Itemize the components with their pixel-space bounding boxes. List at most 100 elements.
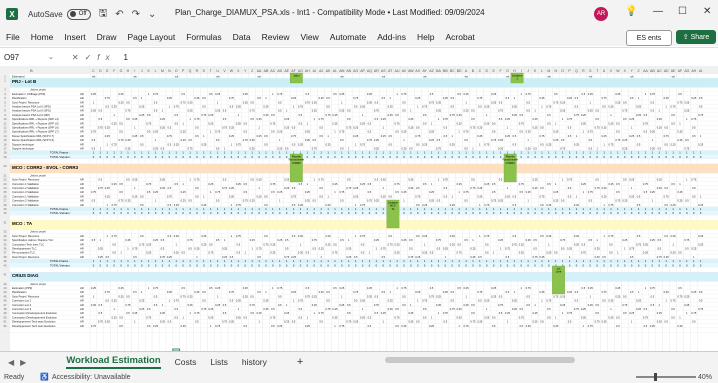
cell-value: 0.25 (608, 121, 614, 125)
zoom-slider[interactable] (636, 373, 696, 381)
cell-value: 0.25 (250, 138, 256, 142)
tab-workload-estimation[interactable]: Workload Estimation (66, 355, 161, 369)
cell-value: 1 (320, 255, 322, 259)
tab-page-layout[interactable]: Page Layout (128, 32, 176, 42)
name-box[interactable]: O97 (2, 51, 48, 63)
cell-value: 0.25 (222, 255, 228, 259)
cell-value: 1 (596, 238, 598, 242)
undo-icon[interactable]: ↶ (115, 9, 123, 20)
enter-icon[interactable]: ✓ (85, 53, 98, 62)
cell-value: 0.75 (250, 109, 256, 113)
col-header-letter: AU (395, 69, 400, 73)
lightbulb-icon[interactable]: 💡 (625, 6, 637, 17)
cell-value: 0.25 (636, 105, 642, 109)
accessibility-status[interactable]: Accessibility: Unavailable (52, 374, 131, 381)
spreadsheet-grid[interactable]: B C D E F G H I J K L M N O P Q R S T U V W X Y Z AA AB AC AD AE AF AG A… (0, 66, 718, 351)
cell-value: 0.5 (423, 307, 427, 311)
task-label: Revue Spécification RRL (SFP 6.7) (12, 134, 54, 138)
cell-value: 0.25 (622, 199, 628, 203)
cell-value: 0.75 (484, 142, 490, 146)
cell-value: 0.5 (533, 238, 537, 242)
name-box-dropdown-icon[interactable]: ⌄ (48, 53, 54, 61)
cell-value: 1 (389, 290, 391, 294)
cell-value: 1 (148, 286, 150, 290)
cell-value: 0.5 (312, 138, 316, 142)
cell-value: 0.25 (112, 121, 118, 125)
cell-value: 0.75 (457, 251, 463, 255)
close-icon[interactable]: ✕ (703, 6, 711, 17)
tab-home[interactable]: Home (31, 32, 54, 42)
tab-history[interactable]: history (242, 357, 267, 367)
cell-value: 0.25 (553, 138, 559, 142)
zoom-knob[interactable] (654, 373, 657, 381)
tab-view[interactable]: View (301, 32, 319, 42)
cell-value: 1 (686, 311, 688, 315)
customize-toolbar-icon[interactable]: ⌄ (148, 9, 156, 20)
cell-value: 0.25 (284, 311, 290, 315)
tab-review[interactable]: Review (262, 32, 290, 42)
total-row (10, 258, 718, 263)
tab-data[interactable]: Data (233, 32, 251, 42)
fx-icon[interactable]: fx (97, 53, 115, 62)
cell-value: 0.75 (367, 138, 373, 142)
cell-value: 0.5 (478, 105, 482, 109)
cell-value: 0.5 (595, 109, 599, 113)
cell-value: 0.25 (153, 238, 159, 242)
tab-add-ins[interactable]: Add-ins (377, 32, 406, 42)
cell-value: 0.25 (119, 100, 125, 104)
cell-value: 0.25 (181, 138, 187, 142)
add-sheet-button[interactable]: + (297, 356, 303, 368)
cancel-icon[interactable]: ✕ (72, 53, 85, 62)
redo-icon[interactable]: ↷ (132, 9, 140, 20)
cell-value: 0.25 (643, 251, 649, 255)
cell-value: 0.25 (546, 142, 552, 146)
tab-automate[interactable]: Automate (330, 32, 366, 42)
scroll-right-icon[interactable]: ▶ (20, 358, 26, 367)
scroll-left-icon[interactable]: ◀ (8, 358, 14, 367)
cell-value: 0.5 (692, 186, 696, 190)
cell-value: 0.25 (229, 126, 235, 130)
tab-lists[interactable]: Lists (210, 357, 227, 367)
tab-draw[interactable]: Draw (97, 32, 117, 42)
cell-value: 0.25 (595, 255, 601, 259)
cell-value: 0.25 (188, 303, 194, 307)
grid-canvas[interactable]: B C D E F G H I J K L M N O P Q R S T U V W X Y Z AA AB AC AD AE AF AG A… (0, 66, 718, 351)
cell-value: 0.5 (126, 294, 130, 298)
cell-value: 0.5 (285, 147, 289, 151)
tab-file[interactable]: File (6, 32, 20, 42)
save-icon[interactable]: 🖫 (99, 6, 108, 23)
avatar[interactable]: AR (594, 7, 608, 21)
cell-value: 1 (265, 96, 267, 100)
zoom-level[interactable]: 40% (698, 374, 712, 381)
tab-costs[interactable]: Costs (175, 357, 197, 367)
task-label: Estimation (PP9) (12, 286, 32, 290)
tab-acrobat[interactable]: Acrobat (446, 32, 475, 42)
cell-value: 0.25 (381, 134, 387, 138)
col-header-letter: Q (189, 69, 192, 73)
cell-value: 1 (527, 138, 529, 142)
comments-button[interactable]: ES ents (626, 30, 672, 46)
cell-value: 0.75 (270, 315, 276, 319)
maximize-icon[interactable]: ☐ (678, 6, 687, 17)
task-code: AR (80, 294, 84, 298)
cell-value: 0.75 (560, 147, 566, 151)
cell-value: 0.75 (194, 117, 200, 121)
cell-value: 0.5 (395, 190, 399, 194)
cell-value: 0.75 (339, 190, 345, 194)
tab-formulas[interactable]: Formulas (186, 32, 221, 42)
horizontal-scrollbar[interactable] (385, 357, 575, 363)
cell-value: 0.75 (222, 320, 228, 324)
formula-input[interactable]: 1 (124, 53, 128, 62)
cell-value: 0.5 (416, 142, 420, 146)
autosave-toggle[interactable]: Off (66, 8, 91, 20)
minimize-icon[interactable]: — (653, 6, 663, 17)
cell-value: 0.25 (298, 251, 304, 255)
cell-value: 1 (458, 130, 460, 134)
cell-value: 0.25 (553, 130, 559, 134)
share-button[interactable]: ⇪ Share (676, 30, 716, 44)
cell-value: 0.75 (319, 311, 325, 315)
cell-value: 0.25 (257, 134, 263, 138)
tab-insert[interactable]: Insert (64, 32, 85, 42)
tab-help[interactable]: Help (417, 32, 434, 42)
col-header-letter: AK (326, 69, 331, 73)
